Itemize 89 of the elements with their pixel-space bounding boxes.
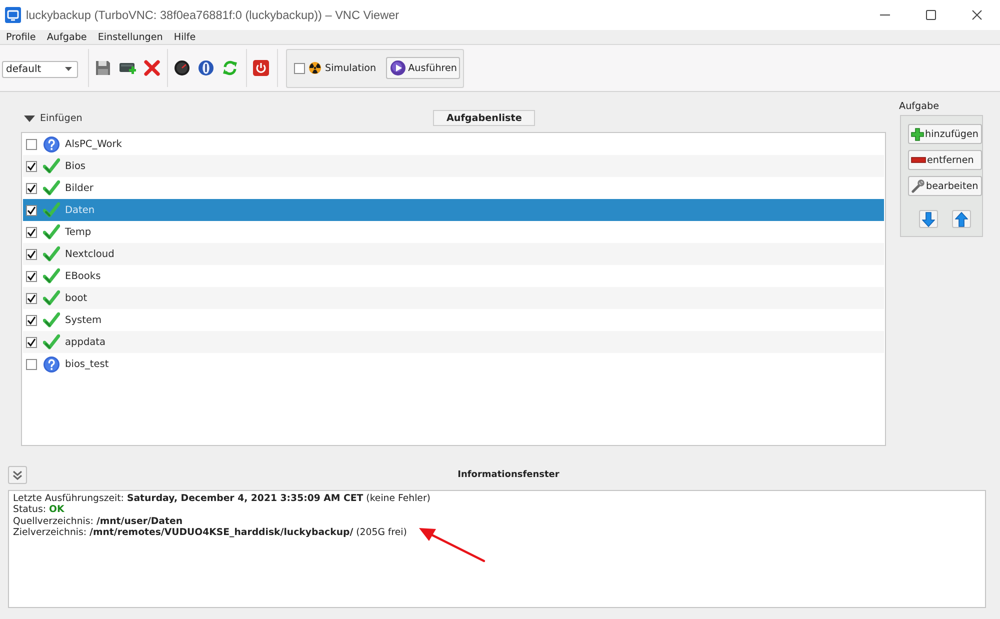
task-list-header[interactable]: Aufgabenliste: [433, 110, 536, 126]
double-chevron-icon: [12, 470, 23, 480]
radiation-icon: [309, 62, 321, 74]
checkmark-icon: [43, 312, 60, 328]
checkmark-icon: [43, 202, 60, 218]
task-checkbox[interactable]: [26, 336, 37, 348]
task-name: Daten: [65, 204, 95, 216]
task-checkbox[interactable]: [26, 226, 37, 238]
tick-icon: [27, 316, 36, 324]
menu-item[interactable]: Hilfe: [174, 32, 196, 42]
collapse-button[interactable]: [8, 466, 27, 484]
task-name: Bilder: [65, 182, 94, 194]
checkmark-icon: [43, 268, 60, 284]
info-line: Letzte Ausführungszeit: Saturday, December 4, 2021 3:35:09 AM CET (keine Fehler): [13, 493, 430, 504]
maximize-icon[interactable]: [926, 10, 936, 20]
task-name: EBooks: [65, 270, 101, 282]
checkmark-icon: [43, 158, 60, 174]
move-up-button[interactable]: [952, 210, 971, 228]
question-icon: [43, 356, 60, 372]
tick-icon: [27, 206, 36, 214]
info-icon[interactable]: [198, 60, 214, 76]
task-checkbox[interactable]: [26, 182, 37, 194]
play-icon: [390, 60, 406, 76]
info-line: Quellverzeichnis: /mnt/user/Daten: [13, 516, 182, 527]
task-checkbox[interactable]: [26, 138, 37, 150]
run-button[interactable]: Ausführen: [386, 57, 460, 79]
tick-icon: [27, 184, 36, 192]
add-task-button[interactable]: hinzufügen: [908, 124, 982, 144]
app-logo-icon: [5, 7, 21, 23]
remove-task-button[interactable]: entfernen: [908, 150, 982, 170]
task-row[interactable]: appdata: [23, 331, 884, 353]
refresh-icon[interactable]: [222, 60, 238, 76]
checkmark-icon: [43, 180, 60, 196]
move-down-button[interactable]: [919, 210, 938, 228]
edit-task-button[interactable]: bearbeiten: [908, 176, 982, 196]
tick-icon: [27, 228, 36, 236]
wrench-icon: [911, 179, 925, 193]
task-name: Bios: [65, 160, 86, 172]
pointer-arrow-icon: [418, 527, 486, 563]
task-row[interactable]: Nextcloud: [23, 243, 884, 265]
task-name: System: [65, 314, 102, 326]
tick-icon: [27, 338, 36, 346]
task-name: Temp: [65, 226, 92, 238]
insert-toggle[interactable]: Einfügen: [21, 112, 82, 124]
task-name: AlsPC_Work: [65, 138, 122, 150]
task-checkbox[interactable]: [26, 270, 37, 282]
delete-icon[interactable]: [144, 60, 160, 76]
info-line: Status: OK: [13, 504, 64, 516]
arrow-down-icon: [922, 212, 935, 226]
task-checkbox[interactable]: [26, 160, 37, 172]
task-checkbox[interactable]: [26, 314, 37, 326]
simulation-label: Simulation: [325, 62, 376, 74]
window-title: luckybackup (TurboVNC: 38f0ea76881f:0 (luckybackup)) – VNC Viewer: [26, 8, 400, 22]
tick-icon: [27, 162, 36, 170]
task-checkbox[interactable]: [26, 292, 37, 304]
checkmark-icon: [43, 334, 60, 350]
profile-select[interactable]: default: [2, 60, 78, 78]
power-icon[interactable]: [253, 60, 269, 76]
checkmark-icon: [43, 246, 60, 262]
task-row[interactable]: Bios: [23, 155, 884, 177]
drive-add-icon[interactable]: [119, 60, 136, 76]
menu-item[interactable]: Aufgabe: [46, 32, 87, 42]
task-name: appdata: [65, 336, 106, 348]
task-name: boot: [65, 292, 88, 304]
minus-icon: [911, 157, 926, 163]
info-title: Informationsfenster: [456, 470, 560, 480]
task-name: Nextcloud: [65, 248, 114, 260]
simulation-checkbox[interactable]: [294, 62, 305, 74]
plus-icon: [911, 128, 924, 140]
task-checkbox[interactable]: [26, 204, 37, 216]
task-row[interactable]: boot: [23, 287, 884, 309]
close-icon[interactable]: [972, 10, 982, 20]
task-name: bios_test: [65, 358, 109, 370]
caret-icon: [65, 67, 72, 71]
menu-item[interactable]: Einstellungen: [98, 32, 163, 42]
save-icon[interactable]: [95, 60, 111, 76]
task-checkbox[interactable]: [26, 248, 37, 260]
question-icon: [43, 136, 60, 152]
info-line: Zielverzeichnis: /mnt/remotes/VUDUO4KSE_harddisk/luckybackup/ (205G frei): [13, 526, 407, 538]
checkmark-icon: [43, 290, 60, 306]
tick-icon: [27, 272, 36, 280]
tick-icon: [27, 250, 36, 258]
panel-title: Aufgabe: [899, 101, 940, 112]
task-checkbox[interactable]: [26, 358, 37, 370]
arrow-up-icon: [955, 212, 968, 226]
menu-item[interactable]: Profile: [6, 32, 36, 42]
tick-icon: [27, 294, 36, 302]
gauge-icon[interactable]: [174, 60, 190, 76]
checkmark-icon: [43, 224, 60, 240]
